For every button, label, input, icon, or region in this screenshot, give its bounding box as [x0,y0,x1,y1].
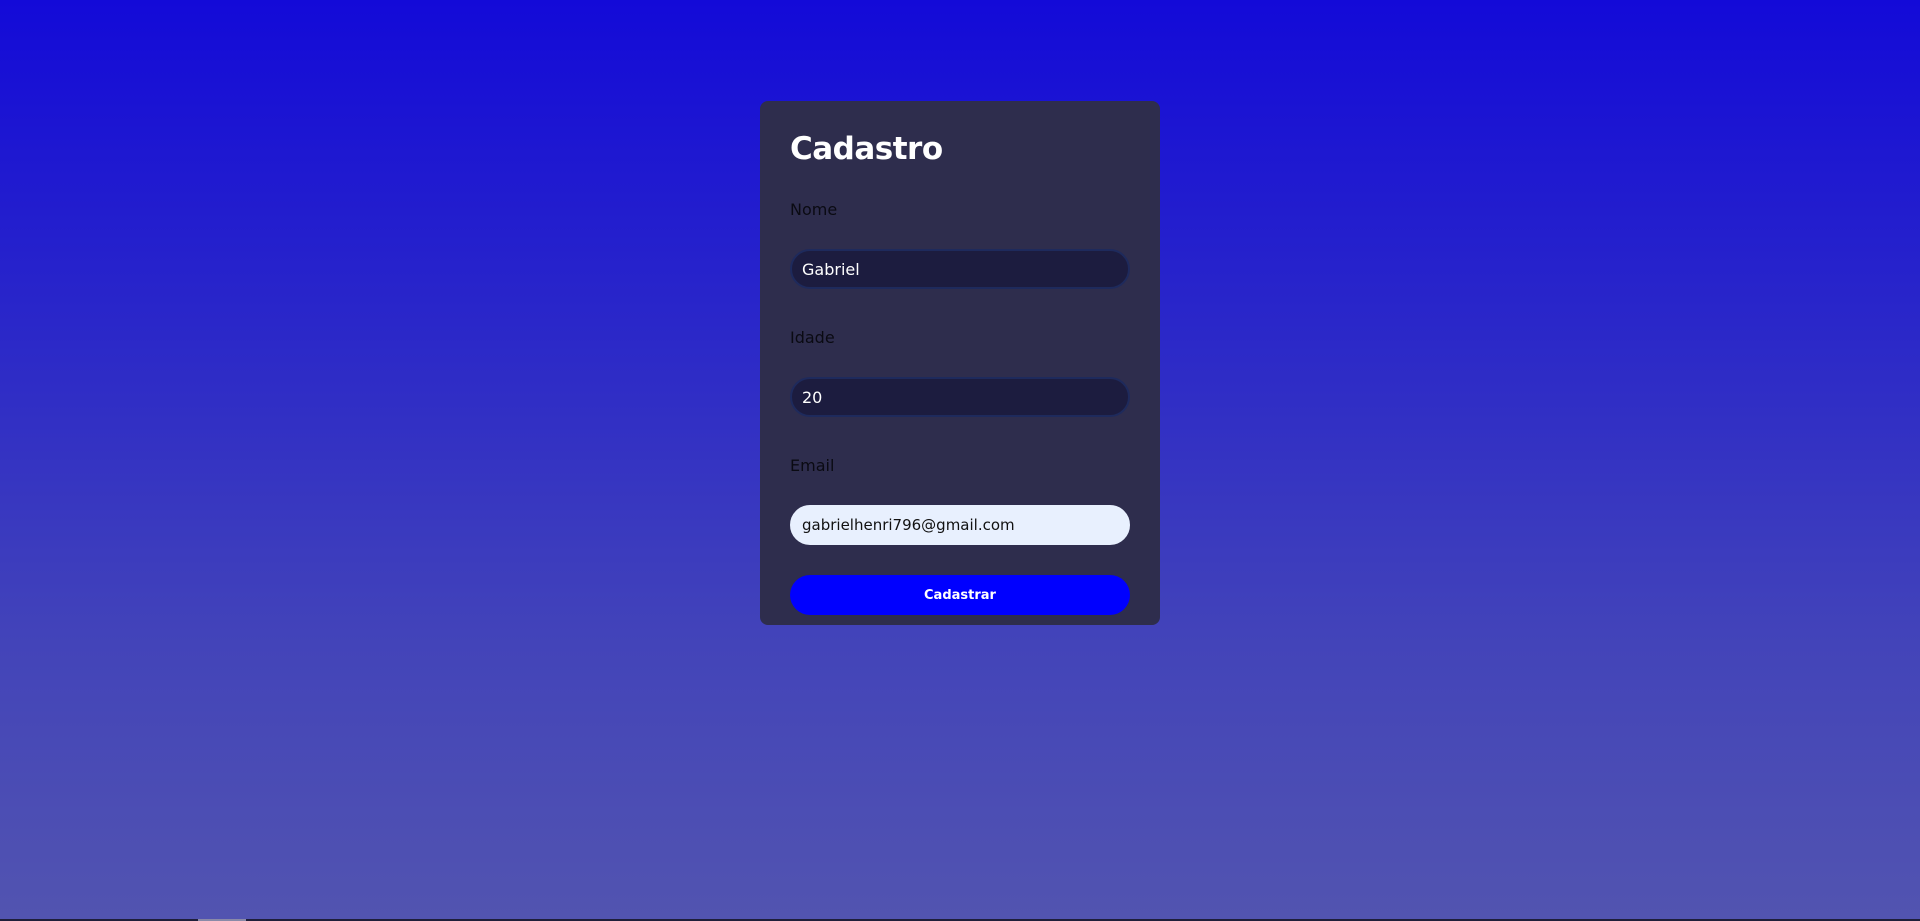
signup-card: Cadastro Nome Idade Email Cadastrar [760,101,1160,625]
nome-label: Nome [790,200,838,219]
email-label: Email [790,456,835,475]
idade-label: Idade [790,328,835,347]
cadastrar-button[interactable]: Cadastrar [790,575,1130,615]
idade-input[interactable] [790,377,1130,417]
form-title: Cadastro [790,131,943,167]
nome-input[interactable] [790,249,1130,289]
email-input[interactable] [790,505,1130,545]
